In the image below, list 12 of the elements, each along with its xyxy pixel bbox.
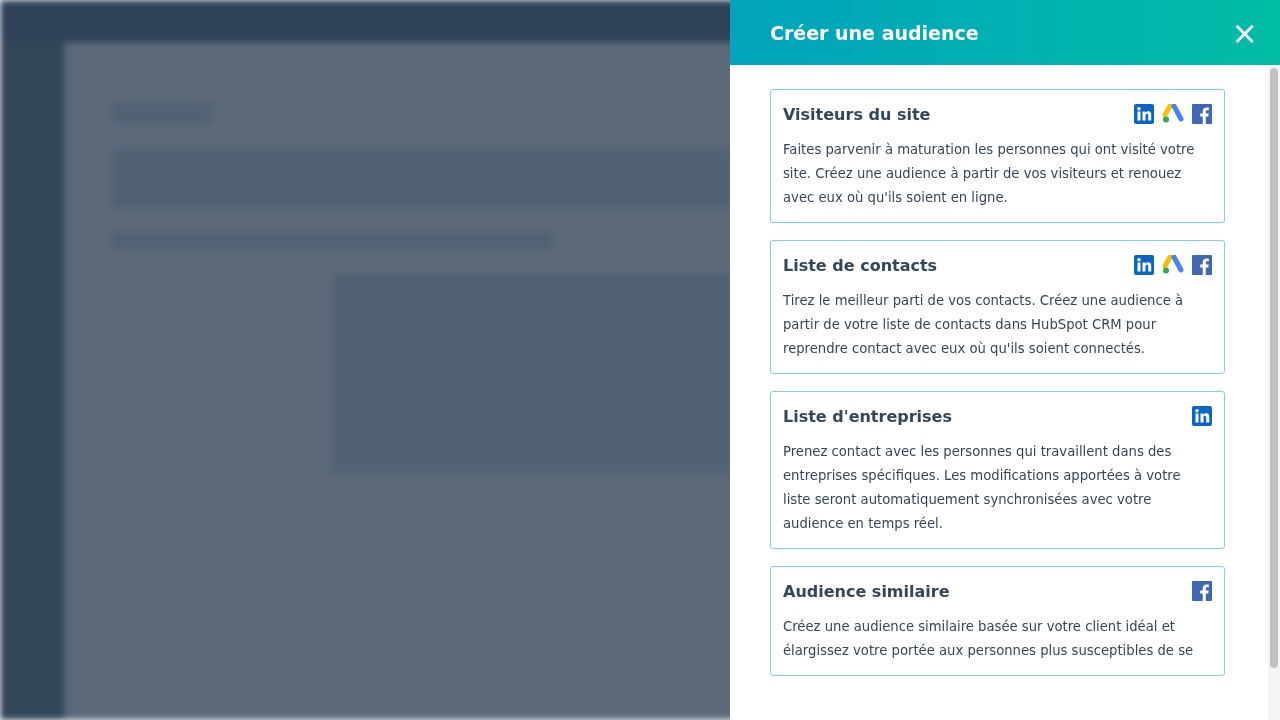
card-description: Créez une audience similaire basée sur votre client idéal et élargissez votre portée aux personnes plus susceptibles de se <box>783 618 1195 660</box>
card-title: Visiteurs du site <box>783 104 931 124</box>
card-title: Audience similaire <box>783 581 950 601</box>
card-description: Tirez le meilleur parti de vos contacts. Créez une audience à partir de votre liste de contacts dans HubSpot CRM pour reprendre contact avec eux où qu'ils soient connectés. <box>783 292 1185 358</box>
card-title: Liste de contacts <box>783 255 938 275</box>
card-title: Liste d'entreprises <box>783 406 952 426</box>
audience-card[interactable]: Audience similaire Créez une audience similaire basée sur votre client idéal et élargissez votre portée aux personnes plus susceptibles de se <box>770 566 1225 676</box>
audience-card[interactable]: Visiteurs du site Faites parvenir à maturation les personnes qui ont visité votre site. Créez une audience à partir de vos visiteurs et renouez avec eux où qu'ils soient en ligne. <box>770 89 1225 223</box>
panel-title: Créer une audience <box>770 21 979 44</box>
audience-card[interactable]: Liste de contacts Tirez le meilleur parti de vos contacts. Créez une audience à partir de votre liste de contacts dans HubSpot CRM pour reprendre contact avec eux où qu'ils soient connectés. <box>770 240 1225 374</box>
card-description: Faites parvenir à maturation les personnes qui ont visité votre site. Créez une audience à partir de vos visiteurs et renouez avec eux où qu'ils soient en ligne. <box>783 141 1196 207</box>
card-description: Prenez contact avec les personnes qui travaillent dans des entreprises spécifiques. Les modifications apportées à votre liste seront automatiquement synchronisées avec votre audience en temps réel. <box>783 443 1182 533</box>
